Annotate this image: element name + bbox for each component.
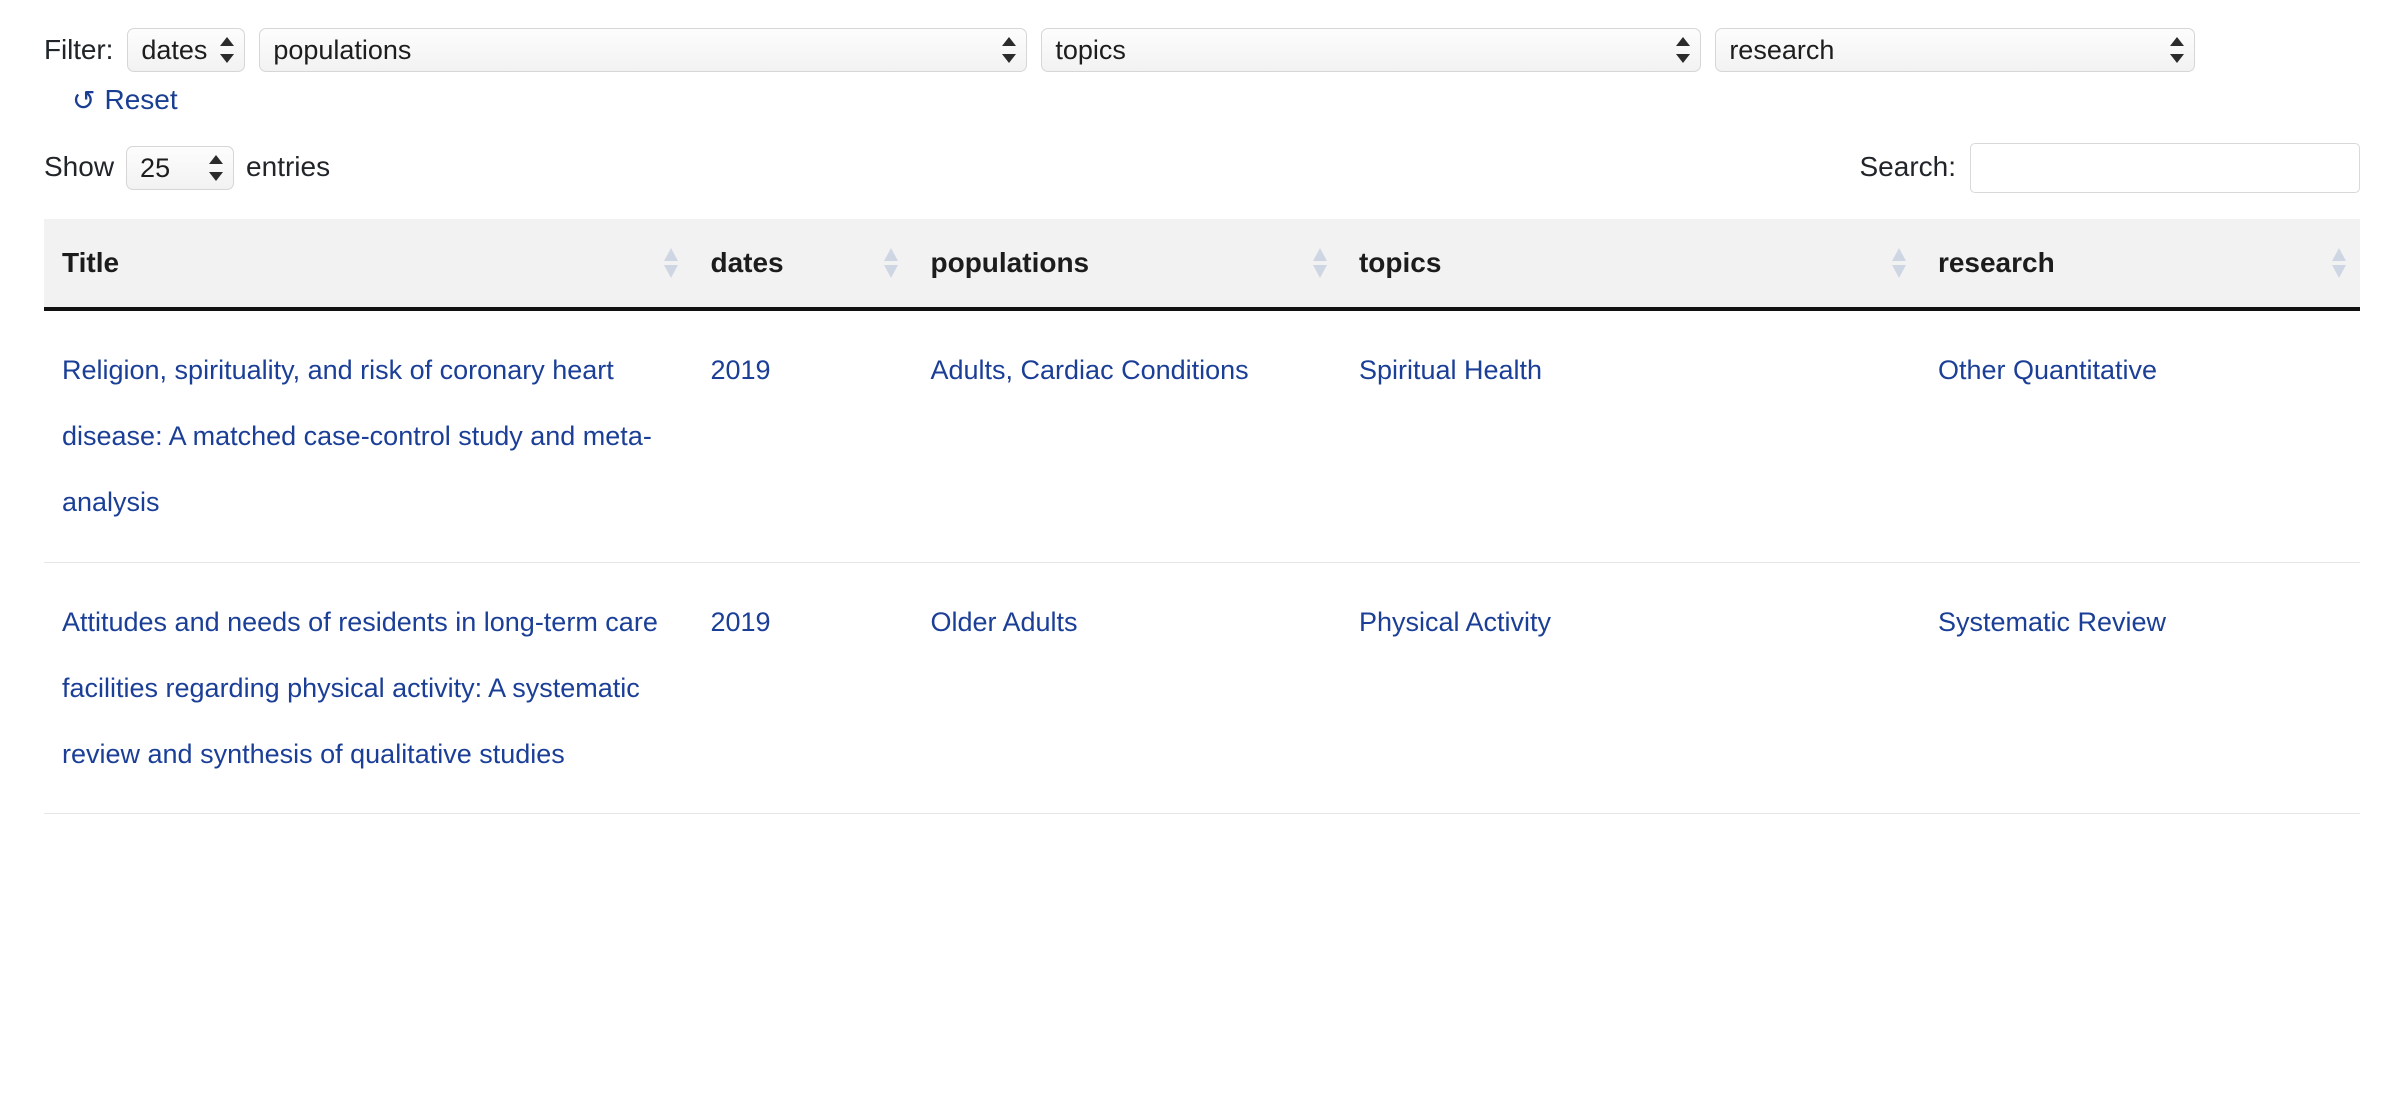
title-link[interactable]: Attitudes and needs of residents in long… [62, 607, 658, 769]
page-length-select[interactable]: 25 [126, 145, 235, 190]
filter-select-dates-wrap[interactable]: dates [127, 28, 246, 72]
cell-research: Other Quantitative [1919, 309, 2360, 563]
column-header-research[interactable]: research [1919, 218, 2360, 312]
search-input[interactable] [1970, 142, 2360, 193]
sort-icon[interactable] [1312, 247, 1327, 278]
filter-label: Filter: [44, 33, 114, 65]
table-body: Religion, spirituality, and risk of coro… [44, 309, 2360, 815]
entries-label: entries [246, 151, 331, 183]
table-row: Religion, spirituality, and risk of coro… [44, 309, 2360, 563]
topics-link[interactable]: Spiritual Health [1359, 355, 1542, 385]
datatable-page: Filter: dates populations topics researc… [0, 0, 2404, 1096]
filter-select-topics[interactable]: topics [1041, 28, 1702, 72]
sort-icon[interactable] [664, 247, 679, 278]
column-header-research-label: research [1937, 246, 2055, 278]
dates-link[interactable]: 2019 [710, 355, 770, 385]
filter-select-dates[interactable]: dates [127, 28, 246, 72]
title-link[interactable]: Religion, spirituality, and risk of coro… [62, 355, 652, 517]
page-length-select-wrap[interactable]: 25 [126, 145, 235, 190]
column-header-populations-label: populations [930, 246, 1090, 278]
filter-select-populations[interactable]: populations [259, 28, 1028, 72]
cell-topics: Physical Activity [1340, 562, 1920, 815]
research-link[interactable]: Systematic Review [1938, 607, 2166, 637]
column-header-title-label: Title [62, 246, 120, 278]
search-control: Search: [1859, 142, 2360, 193]
filter-select-populations-wrap[interactable]: populations [259, 28, 1028, 72]
sort-icon[interactable] [1891, 247, 1906, 278]
cell-populations: Adults, Cardiac Conditions [912, 309, 1341, 563]
filter-select-topics-wrap[interactable]: topics [1041, 28, 1702, 72]
results-table: Title dates populations topics research … [44, 218, 2360, 815]
show-label: Show [44, 151, 115, 183]
dates-link[interactable]: 2019 [710, 607, 770, 637]
cell-dates: 2019 [692, 562, 913, 815]
table-controls: Show 25 entries Search: [0, 121, 2404, 193]
table-head: Title dates populations topics research [44, 218, 2360, 312]
table-container: Title dates populations topics research … [0, 193, 2404, 815]
cell-research: Systematic Review [1919, 562, 2360, 815]
reset-row: ↺ Reset [0, 72, 2404, 121]
filter-bar: Filter: dates populations topics researc… [0, 0, 2404, 72]
cell-title: Attitudes and needs of residents in long… [44, 562, 693, 815]
cell-topics: Spiritual Health [1340, 309, 1920, 563]
cell-title: Religion, spirituality, and risk of coro… [44, 309, 693, 563]
populations-link[interactable]: Older Adults [930, 607, 1077, 637]
column-header-topics[interactable]: topics [1340, 218, 1920, 312]
undo-arrow-icon: ↺ [72, 85, 96, 117]
reset-button[interactable]: ↺ Reset [72, 80, 178, 121]
cell-populations: Older Adults [912, 562, 1341, 815]
filter-select-research[interactable]: research [1715, 28, 2196, 72]
reset-label: Reset [104, 84, 178, 115]
filter-select-research-wrap[interactable]: research [1715, 28, 2196, 72]
cell-dates: 2019 [692, 309, 913, 563]
research-link[interactable]: Other Quantitative [1938, 355, 2157, 385]
populations-link[interactable]: Adults, Cardiac Conditions [930, 355, 1248, 385]
table-header-row: Title dates populations topics research [44, 218, 2360, 312]
column-header-topics-label: topics [1358, 246, 1442, 278]
column-header-populations[interactable]: populations [912, 218, 1341, 312]
table-row: Attitudes and needs of residents in long… [44, 562, 2360, 815]
column-header-title[interactable]: Title [44, 218, 693, 312]
column-header-dates-label: dates [710, 246, 784, 278]
topics-link[interactable]: Physical Activity [1359, 607, 1551, 637]
search-label: Search: [1859, 151, 1957, 183]
column-header-dates[interactable]: dates [692, 218, 913, 312]
sort-icon[interactable] [2332, 247, 2346, 278]
sort-icon[interactable] [884, 247, 899, 278]
page-length-control: Show 25 entries [44, 145, 331, 190]
